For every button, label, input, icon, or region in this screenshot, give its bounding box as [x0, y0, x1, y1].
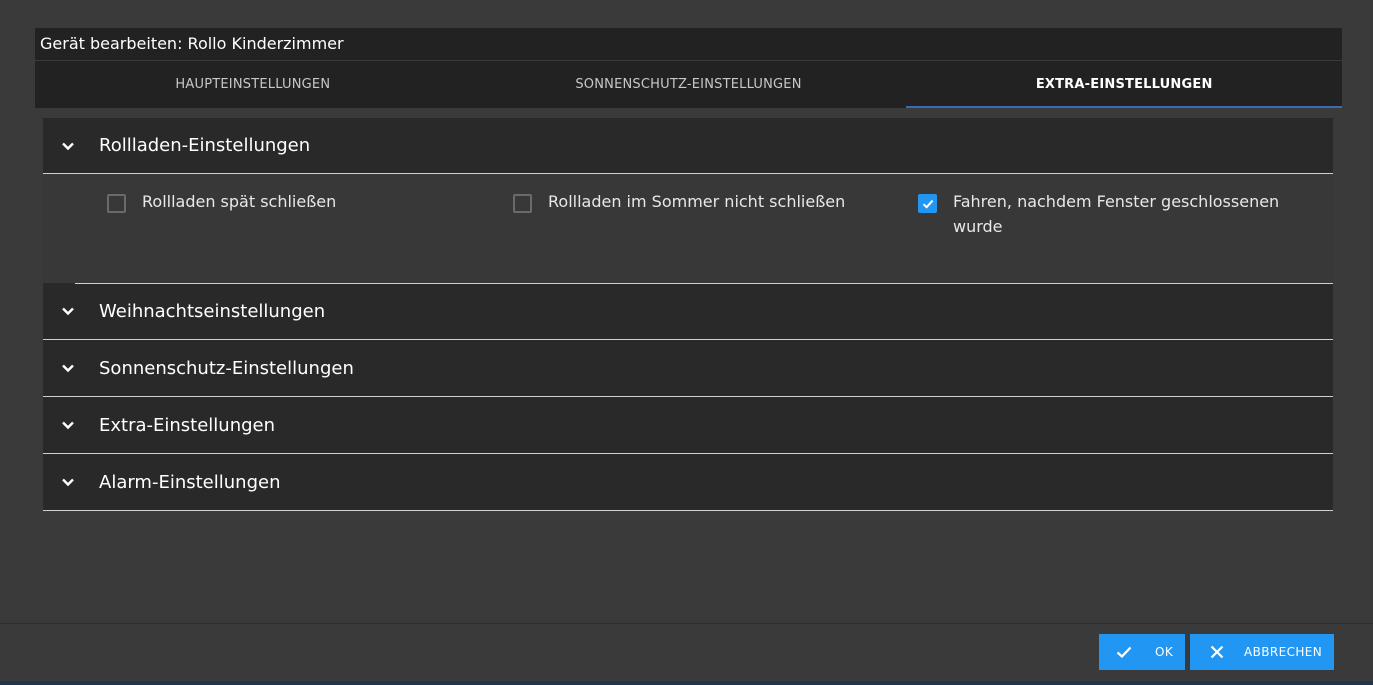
panel-header-extra[interactable]: Extra-Einstellungen — [43, 397, 1333, 453]
checkbox[interactable] — [107, 194, 126, 213]
accordion: Rollladen-Einstellungen Rollladen spät s… — [43, 118, 1333, 511]
checkbox-label: Rollladen spät schließen — [142, 192, 337, 211]
panel-alarm-einstellungen: Alarm-Einstellungen — [43, 454, 1333, 511]
panel-title: Alarm-Einstellungen — [99, 471, 281, 493]
checkbox[interactable] — [513, 194, 532, 213]
option-sommer-nicht-schliessen[interactable]: Rollladen im Sommer nicht schließen — [513, 192, 845, 214]
panel-header-alarm[interactable]: Alarm-Einstellungen — [43, 454, 1333, 510]
panel-body-rollladen: Rollladen spät schließen Rollladen im So… — [43, 174, 1333, 284]
tab-bar: HAUPTEINSTELLUNGEN SONNENSCHUTZ-EINSTELL… — [35, 61, 1342, 108]
ok-button[interactable]: OK — [1099, 634, 1185, 670]
panel-title: Rollladen-Einstellungen — [99, 135, 311, 156]
panel-rollladen-einstellungen: Rollladen-Einstellungen Rollladen spät s… — [43, 118, 1333, 284]
tab-sonnenschutz-einstellungen[interactable]: SONNENSCHUTZ-EINSTELLUNGEN — [471, 61, 907, 108]
close-icon — [1210, 645, 1224, 659]
option-fenster-geschlossen[interactable]: Fahren, nachdem Fenster geschlossenen wu… — [918, 192, 1298, 239]
ok-button-label: OK — [1155, 645, 1174, 659]
dialog-title: Gerät bearbeiten: Rollo Kinderzimmer — [35, 28, 1342, 60]
chevron-down-icon — [43, 454, 93, 510]
bottom-strip — [0, 681, 1373, 685]
chevron-down-icon — [43, 340, 93, 396]
panel-extra-einstellungen: Extra-Einstellungen — [43, 397, 1333, 454]
panel-title: Extra-Einstellungen — [99, 414, 276, 436]
checkbox-label: Fahren, nachdem Fenster geschlossenen wu… — [953, 192, 1280, 236]
panel-header-sonnenschutz[interactable]: Sonnenschutz-Einstellungen — [43, 340, 1333, 396]
check-icon — [1116, 646, 1132, 659]
panel-sonnenschutz-einstellungen: Sonnenschutz-Einstellungen — [43, 340, 1333, 397]
cancel-button[interactable]: ABBRECHEN — [1190, 634, 1334, 670]
checkbox-checked[interactable] — [918, 194, 937, 213]
chevron-down-icon — [43, 118, 93, 174]
divider — [75, 283, 1333, 284]
tab-extra-einstellungen[interactable]: EXTRA-EINSTELLUNGEN — [906, 61, 1342, 108]
panel-weihnachtseinstellungen: Weihnachtseinstellungen — [43, 283, 1333, 340]
option-spaet-schliessen[interactable]: Rollladen spät schließen — [107, 192, 336, 214]
check-icon — [922, 199, 933, 209]
tab-haupteinstellungen[interactable]: HAUPTEINSTELLUNGEN — [35, 61, 471, 108]
chevron-down-icon — [43, 283, 93, 339]
panel-header-weihnacht[interactable]: Weihnachtseinstellungen — [43, 283, 1333, 339]
edit-device-dialog: Gerät bearbeiten: Rollo Kinderzimmer HAU… — [0, 0, 1373, 685]
panel-title: Weihnachtseinstellungen — [99, 300, 326, 322]
footer-divider — [0, 623, 1373, 624]
panel-header-rollladen[interactable]: Rollladen-Einstellungen — [43, 118, 1333, 174]
checkbox-label: Rollladen im Sommer nicht schließen — [548, 192, 846, 211]
chevron-down-icon — [43, 397, 93, 453]
panel-title: Sonnenschutz-Einstellungen — [99, 357, 354, 379]
cancel-button-label: ABBRECHEN — [1244, 645, 1323, 659]
